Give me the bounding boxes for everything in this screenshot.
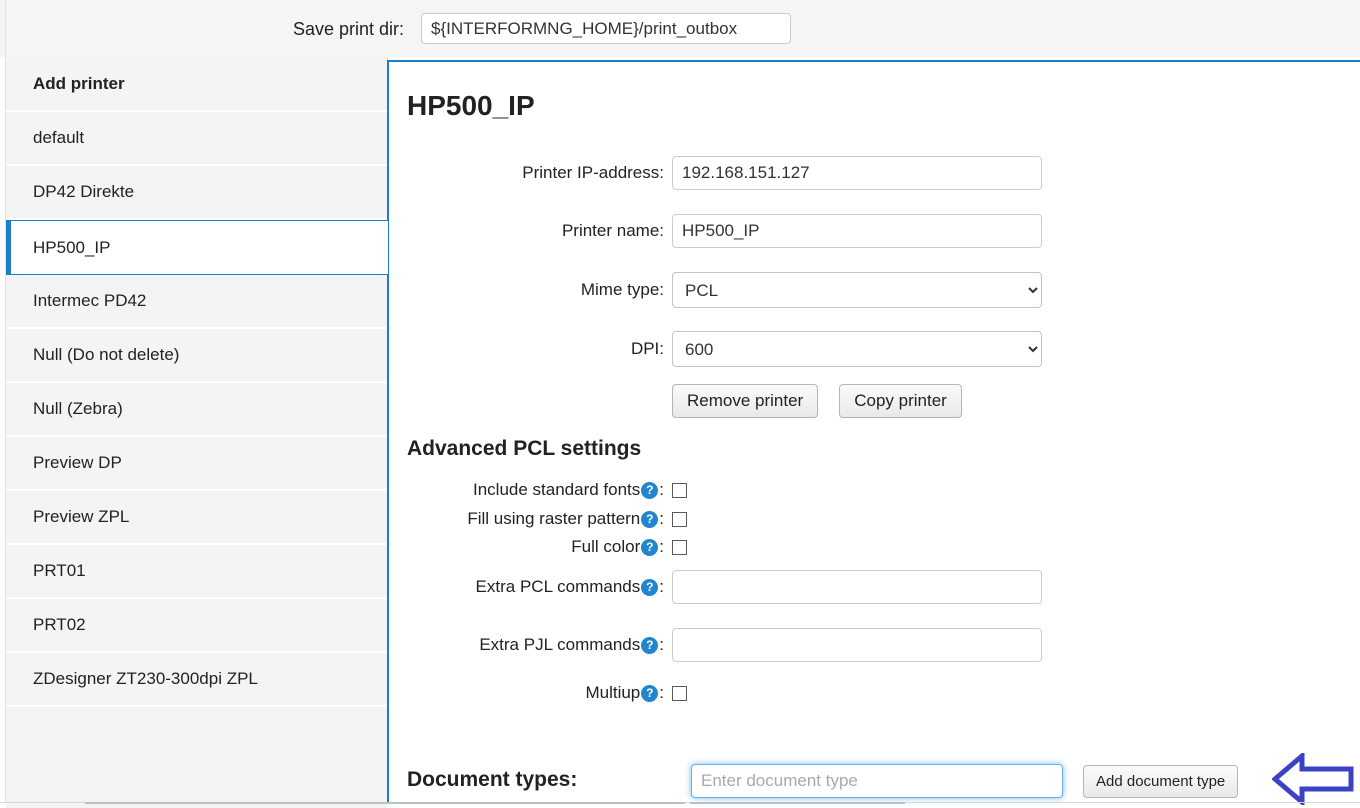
sidebar-item-prt01[interactable]: PRT01 xyxy=(6,545,387,599)
extra-pcl-commands-label: Extra PCL commands?: xyxy=(389,577,672,597)
fill-using-raster-pattern-label: Fill using raster pattern?: xyxy=(389,509,672,529)
sidebar-item-label: ZDesigner ZT230-300dpi ZPL xyxy=(33,669,258,688)
sidebar-item-label: Preview DP xyxy=(33,453,122,472)
printer-name-label: Printer name: xyxy=(561,221,664,240)
sidebar-item-label: Null (Do not delete) xyxy=(33,345,180,364)
sidebar-item-label: Add printer xyxy=(33,73,125,93)
row-include-standard-fonts: Include standard fonts?: xyxy=(389,480,687,500)
sidebar-item-zdesigner-zt230-300dpi-zpl[interactable]: ZDesigner ZT230-300dpi ZPL xyxy=(6,653,387,707)
help-icon[interactable]: ? xyxy=(641,684,659,702)
sidebar-item-intermec-pd42[interactable]: Intermec PD42 xyxy=(6,275,387,329)
row-multiup: Multiup?: xyxy=(389,683,687,703)
sidebar-item-label: DP42 Direkte xyxy=(33,182,135,201)
sidebar-item-label: PRT01 xyxy=(33,561,86,580)
fill-using-raster-pattern-text: Fill using raster pattern xyxy=(467,509,641,528)
sidebar-item-dp42-direkte[interactable]: DP42 Direkte xyxy=(6,166,387,220)
printer-name-input[interactable] xyxy=(672,214,1042,248)
copy-printer-button[interactable]: Copy printer xyxy=(839,384,962,418)
sidebar-item-label: PRT02 xyxy=(33,615,86,634)
sidebar-item-label: HP500_IP xyxy=(33,237,111,257)
sidebar-item-null-do-not-delete[interactable]: Null (Do not delete) xyxy=(6,329,387,383)
sidebar-item-label: Intermec PD42 xyxy=(33,291,147,310)
multiup-checkbox[interactable] xyxy=(672,685,687,701)
full-color-checkbox[interactable] xyxy=(672,539,687,555)
sidebar-item-label: default xyxy=(33,128,85,147)
extra-pcl-commands-input[interactable] xyxy=(672,570,1042,604)
extra-pjl-commands-label: Extra PJL commands?: xyxy=(389,635,672,655)
bottom-edge-segment xyxy=(85,802,245,804)
sidebar-item-null-zebra[interactable]: Null (Zebra) xyxy=(6,383,387,437)
sidebar-item-hp500-ip[interactable]: HP500_IP xyxy=(6,220,388,275)
help-icon[interactable]: ? xyxy=(641,636,659,654)
extra-pcl-commands-text: Extra PCL commands xyxy=(475,577,641,596)
printer-ip-label: Printer IP-address: xyxy=(522,163,664,182)
row-dpi: DPI: 600 xyxy=(389,331,1042,367)
document-type-input[interactable] xyxy=(691,764,1063,798)
multiup-text: Multiup xyxy=(585,683,641,702)
include-standard-fonts-checkbox[interactable] xyxy=(672,482,687,498)
colon: : xyxy=(659,509,664,528)
advanced-settings-heading: Advanced PCL settings xyxy=(407,437,642,460)
extra-pjl-commands-input[interactable] xyxy=(672,628,1042,662)
row-mime-type: Mime type: PCL xyxy=(389,272,1042,308)
page-title: HP500_IP xyxy=(407,90,535,121)
printer-action-buttons: Remove printer Copy printer xyxy=(672,384,962,418)
save-print-dir-input[interactable] xyxy=(421,13,791,44)
multiup-label: Multiup?: xyxy=(389,683,672,703)
printer-detail-panel: HP500_IP Printer IP-address: Printer nam… xyxy=(387,60,1360,802)
sidebar-empty-space xyxy=(6,707,387,808)
row-full-color: Full color?: xyxy=(389,537,687,557)
row-extra-pjl-commands: Extra PJL commands?: xyxy=(389,628,1042,662)
colon: : xyxy=(659,683,664,702)
include-standard-fonts-label: Include standard fonts?: xyxy=(389,480,672,500)
colon: : xyxy=(659,480,664,499)
printer-ip-input[interactable] xyxy=(672,156,1042,190)
include-standard-fonts-text: Include standard fonts xyxy=(472,480,641,499)
add-document-type-button[interactable]: Add document type xyxy=(1083,765,1239,798)
dpi-select[interactable]: 600 xyxy=(672,331,1042,367)
mime-type-label: Mime type: xyxy=(580,280,664,299)
sidebar-item-prt02[interactable]: PRT02 xyxy=(6,599,387,653)
sidebar-item-preview-dp[interactable]: Preview DP xyxy=(6,437,387,491)
app-root: Save print dir: Add printer default DP42 D… xyxy=(0,0,1360,808)
row-printer-ip: Printer IP-address: xyxy=(389,156,1042,190)
sidebar-item-default[interactable]: default xyxy=(6,112,387,166)
sidebar-item-preview-zpl[interactable]: Preview ZPL xyxy=(6,491,387,545)
mime-type-select[interactable]: PCL xyxy=(672,272,1042,308)
bottom-edge-segment xyxy=(460,802,685,804)
bottom-edge-segment xyxy=(690,802,905,804)
remove-printer-button[interactable]: Remove printer xyxy=(672,384,819,418)
printer-list-sidebar: Add printer default DP42 Direkte HP500_IP In… xyxy=(6,57,388,808)
left-arrow-annotation-icon xyxy=(1271,750,1354,808)
help-icon[interactable]: ? xyxy=(641,578,659,596)
full-color-label: Full color?: xyxy=(389,537,672,557)
row-fill-using-raster-pattern: Fill using raster pattern?: xyxy=(389,509,687,529)
colon: : xyxy=(659,537,664,556)
full-color-text: Full color xyxy=(571,537,641,556)
colon: : xyxy=(659,577,664,596)
fill-using-raster-pattern-checkbox[interactable] xyxy=(672,511,687,527)
sidebar-add-printer[interactable]: Add printer xyxy=(6,57,387,112)
colon: : xyxy=(659,635,664,654)
dpi-label: DPI: xyxy=(630,339,664,358)
help-icon[interactable]: ? xyxy=(641,481,659,499)
help-icon[interactable]: ? xyxy=(641,538,659,556)
sidebar-item-label: Preview ZPL xyxy=(33,507,130,526)
row-extra-pcl-commands: Extra PCL commands?: xyxy=(389,570,1042,604)
extra-pjl-commands-text: Extra PJL commands xyxy=(479,635,641,654)
bottom-edge-segment xyxy=(245,802,460,804)
help-icon[interactable]: ? xyxy=(641,510,659,528)
save-print-dir-label: Save print dir: xyxy=(293,19,405,39)
row-printer-name: Printer name: xyxy=(389,214,1042,248)
document-types-label: Document types: xyxy=(407,768,578,791)
sidebar-item-label: Null (Zebra) xyxy=(33,399,123,418)
